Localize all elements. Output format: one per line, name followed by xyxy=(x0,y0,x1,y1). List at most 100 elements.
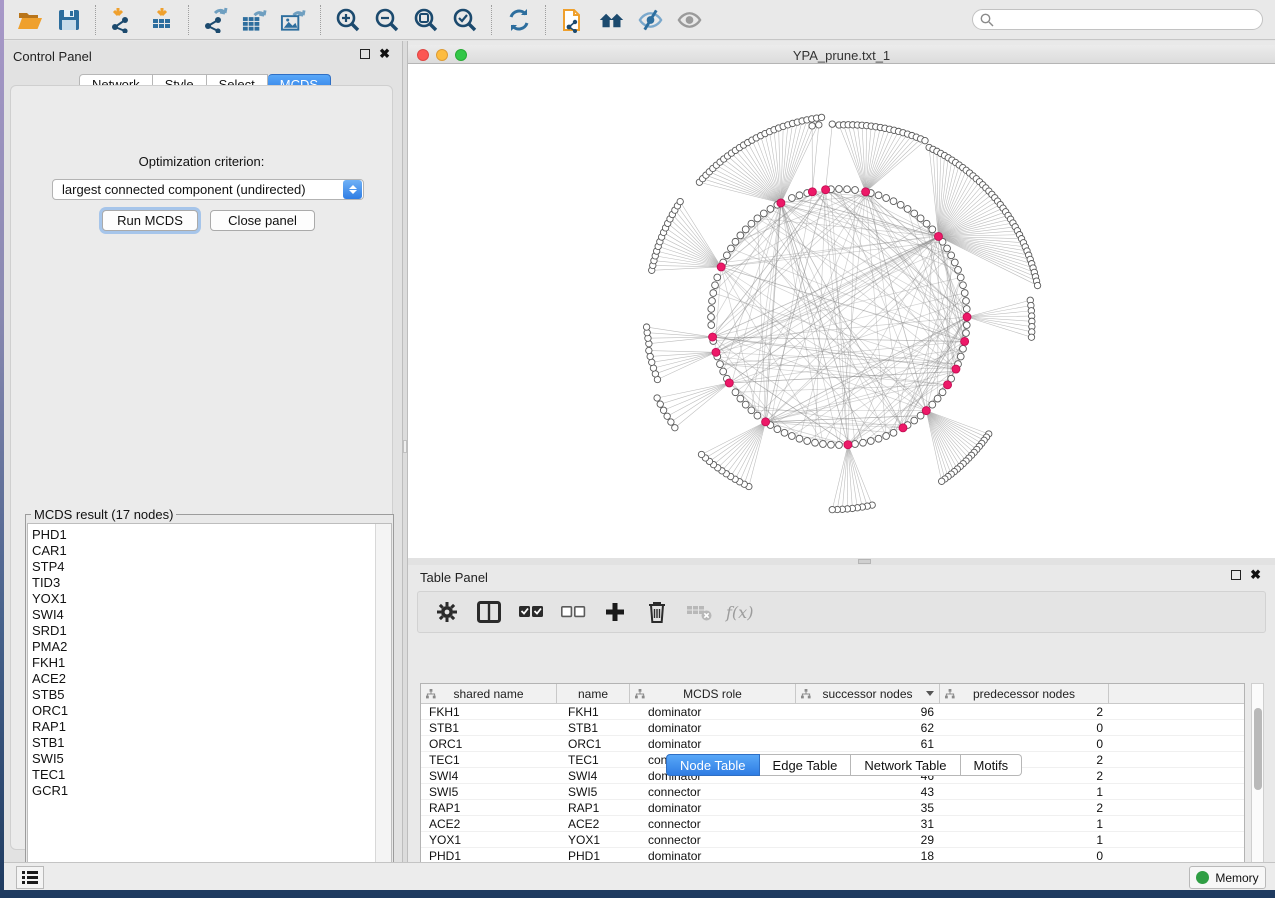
ring-node[interactable] xyxy=(852,187,859,194)
ring-node[interactable] xyxy=(944,245,951,252)
leaf-node[interactable] xyxy=(664,413,670,419)
ring-node[interactable] xyxy=(929,226,936,233)
zoom-in-icon[interactable] xyxy=(334,6,361,34)
tab-node-table[interactable]: Node Table xyxy=(666,754,760,776)
horizontal-splitter[interactable] xyxy=(408,558,1275,565)
mcds-hub-node[interactable] xyxy=(862,188,870,196)
ring-node[interactable] xyxy=(720,368,727,375)
leaf-node[interactable] xyxy=(1028,334,1034,340)
list-item[interactable]: CAR1 xyxy=(32,543,391,559)
mcds-hub-node[interactable] xyxy=(709,333,717,341)
ring-node[interactable] xyxy=(788,195,795,202)
table-row[interactable]: YOX1YOX1connector291 xyxy=(421,832,1244,848)
close-panel-button[interactable]: Close panel xyxy=(210,210,315,231)
apply-layout-icon[interactable] xyxy=(505,6,532,34)
mcds-hub-node[interactable] xyxy=(808,188,816,196)
ring-node[interactable] xyxy=(708,322,715,329)
ring-node[interactable] xyxy=(708,306,715,313)
leaf-node[interactable] xyxy=(938,478,944,484)
export-network-icon[interactable] xyxy=(202,6,229,34)
ring-node[interactable] xyxy=(828,441,835,448)
ring-node[interactable] xyxy=(951,259,958,266)
ring-node[interactable] xyxy=(742,401,749,408)
ring-node[interactable] xyxy=(732,238,739,245)
open-session-icon[interactable] xyxy=(16,6,43,34)
list-item[interactable]: ORC1 xyxy=(32,703,391,719)
mcds-hub-node[interactable] xyxy=(934,232,942,240)
column-header-MCDS-role[interactable]: MCDS role xyxy=(630,684,796,703)
optimization-criterion-select[interactable]: largest connected component (undirected) xyxy=(52,179,364,200)
mcds-hub-node[interactable] xyxy=(961,337,969,345)
ring-node[interactable] xyxy=(728,245,735,252)
leaf-node[interactable] xyxy=(643,324,649,330)
ring-node[interactable] xyxy=(723,252,730,259)
table-row[interactable]: STB1STB1dominator620 xyxy=(421,720,1244,736)
ring-node[interactable] xyxy=(883,195,890,202)
ring-node[interactable] xyxy=(883,433,890,440)
ring-node[interactable] xyxy=(748,407,755,414)
table-scrollbar[interactable] xyxy=(1251,683,1264,870)
list-item[interactable]: PHD1 xyxy=(32,527,391,543)
mcds-hub-node[interactable] xyxy=(717,263,725,271)
column-header-shared-name[interactable]: shared name xyxy=(421,684,557,703)
leaf-node[interactable] xyxy=(672,425,678,431)
ring-node[interactable] xyxy=(917,215,924,222)
list-item[interactable]: SWI4 xyxy=(32,607,391,623)
list-item[interactable]: YOX1 xyxy=(32,591,391,607)
mcds-hub-node[interactable] xyxy=(963,313,971,321)
leaf-node[interactable] xyxy=(816,122,822,128)
list-item[interactable]: STB1 xyxy=(32,735,391,751)
export-table-icon[interactable] xyxy=(241,6,268,34)
list-item[interactable]: SWI5 xyxy=(32,751,391,767)
list-item[interactable]: FKH1 xyxy=(32,655,391,671)
list-item[interactable]: TEC1 xyxy=(32,767,391,783)
ring-node[interactable] xyxy=(963,322,970,329)
leaf-node[interactable] xyxy=(1034,282,1040,288)
table-settings-gear-icon[interactable] xyxy=(432,597,462,627)
mcds-hub-node[interactable] xyxy=(777,199,785,207)
list-item[interactable]: ACE2 xyxy=(32,671,391,687)
network-graph[interactable] xyxy=(408,64,1275,558)
ring-node[interactable] xyxy=(737,395,744,402)
leaf-node[interactable] xyxy=(809,123,815,129)
list-item[interactable]: GCR1 xyxy=(32,783,391,799)
ring-node[interactable] xyxy=(708,314,715,321)
delete-column-trash-icon[interactable] xyxy=(642,597,672,627)
zoom-fit-icon[interactable] xyxy=(412,6,439,34)
search-input[interactable] xyxy=(972,9,1263,30)
mcds-hub-node[interactable] xyxy=(822,186,830,194)
ring-node[interactable] xyxy=(760,210,767,217)
ring-node[interactable] xyxy=(923,220,930,227)
ring-node[interactable] xyxy=(904,206,911,213)
ring-node[interactable] xyxy=(748,220,755,227)
ring-node[interactable] xyxy=(934,395,941,402)
ring-node[interactable] xyxy=(737,232,744,239)
show-columns-icon[interactable] xyxy=(474,597,504,627)
mcds-hub-node[interactable] xyxy=(725,379,733,387)
ring-node[interactable] xyxy=(844,186,851,193)
network-view-canvas[interactable] xyxy=(408,64,1275,558)
ring-node[interactable] xyxy=(714,274,721,281)
table-row[interactable]: ORC1ORC1dominator610 xyxy=(421,736,1244,752)
table-row[interactable]: FKH1FKH1dominator962 xyxy=(421,704,1244,720)
list-item[interactable]: RAP1 xyxy=(32,719,391,735)
scrollbar-thumb[interactable] xyxy=(1254,708,1262,790)
ring-node[interactable] xyxy=(960,282,967,289)
close-panel-icon[interactable]: ✖ xyxy=(379,49,390,59)
ring-node[interactable] xyxy=(836,186,843,193)
leaf-node[interactable] xyxy=(698,451,704,457)
table-row[interactable]: RAP1RAP1dominator352 xyxy=(421,800,1244,816)
mcds-hub-node[interactable] xyxy=(922,407,930,415)
ring-node[interactable] xyxy=(939,389,946,396)
float-panel-icon[interactable] xyxy=(1231,570,1241,580)
zoom-selected-icon[interactable] xyxy=(451,6,478,34)
ring-node[interactable] xyxy=(963,330,970,337)
leaf-node[interactable] xyxy=(654,395,660,401)
ring-node[interactable] xyxy=(867,438,874,445)
table-row[interactable]: ACE2ACE2connector311 xyxy=(421,816,1244,832)
ring-node[interactable] xyxy=(804,438,811,445)
leaf-node[interactable] xyxy=(649,359,655,365)
ring-node[interactable] xyxy=(796,435,803,442)
ring-node[interactable] xyxy=(754,412,761,419)
leaf-node[interactable] xyxy=(829,121,835,127)
